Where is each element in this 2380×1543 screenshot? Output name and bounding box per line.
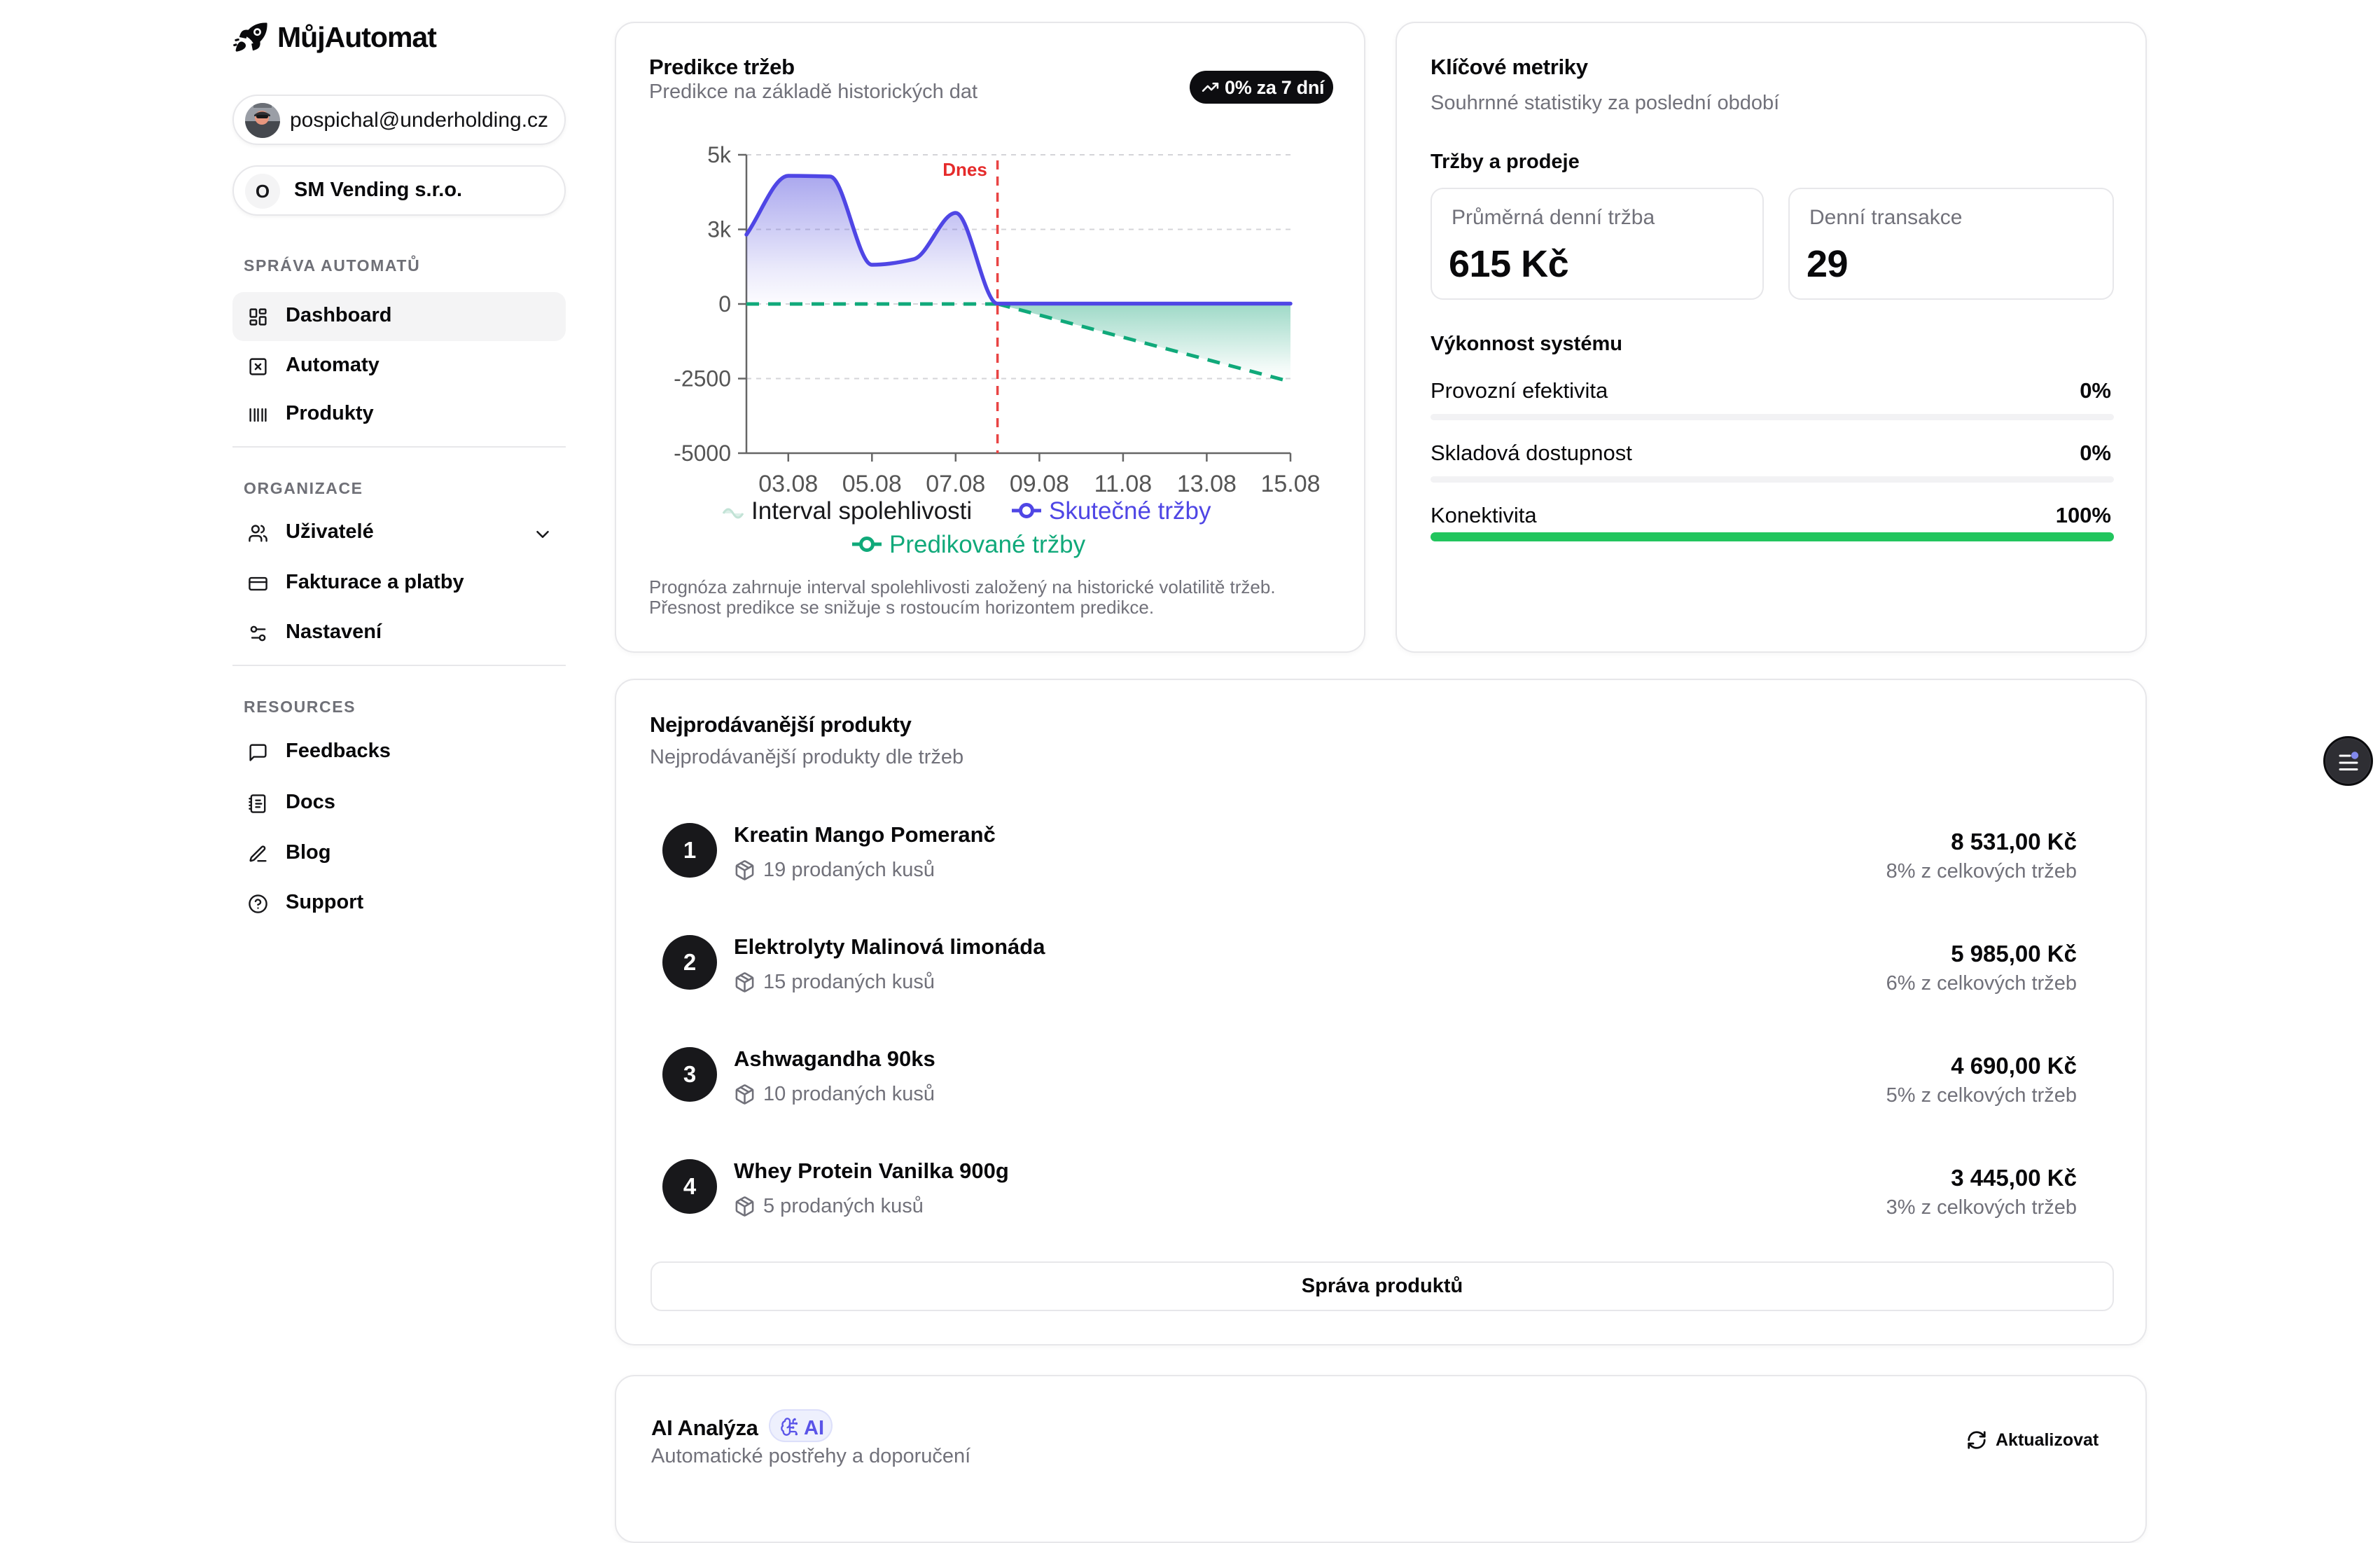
svg-text:15.08: 15.08 [1260,471,1320,497]
svg-text:07.08: 07.08 [926,471,985,497]
svg-text:-2500: -2500 [674,366,731,392]
svg-text:Skutečné tržby: Skutečné tržby [1049,497,1211,525]
svg-text:13.08: 13.08 [1177,471,1237,497]
svg-text:Predikované tržby: Predikované tržby [889,531,1086,558]
svg-text:3k: 3k [707,217,732,242]
svg-text:03.08: 03.08 [758,471,818,497]
svg-text:11.08: 11.08 [1094,471,1153,497]
svg-text:Dnes: Dnes [942,159,987,180]
svg-text:09.08: 09.08 [1010,471,1069,497]
svg-text:5k: 5k [707,142,732,167]
svg-text:05.08: 05.08 [842,471,902,497]
svg-text:-5000: -5000 [674,441,731,466]
svg-text:Interval spolehlivosti: Interval spolehlivosti [751,497,972,525]
svg-text:0: 0 [718,291,731,317]
